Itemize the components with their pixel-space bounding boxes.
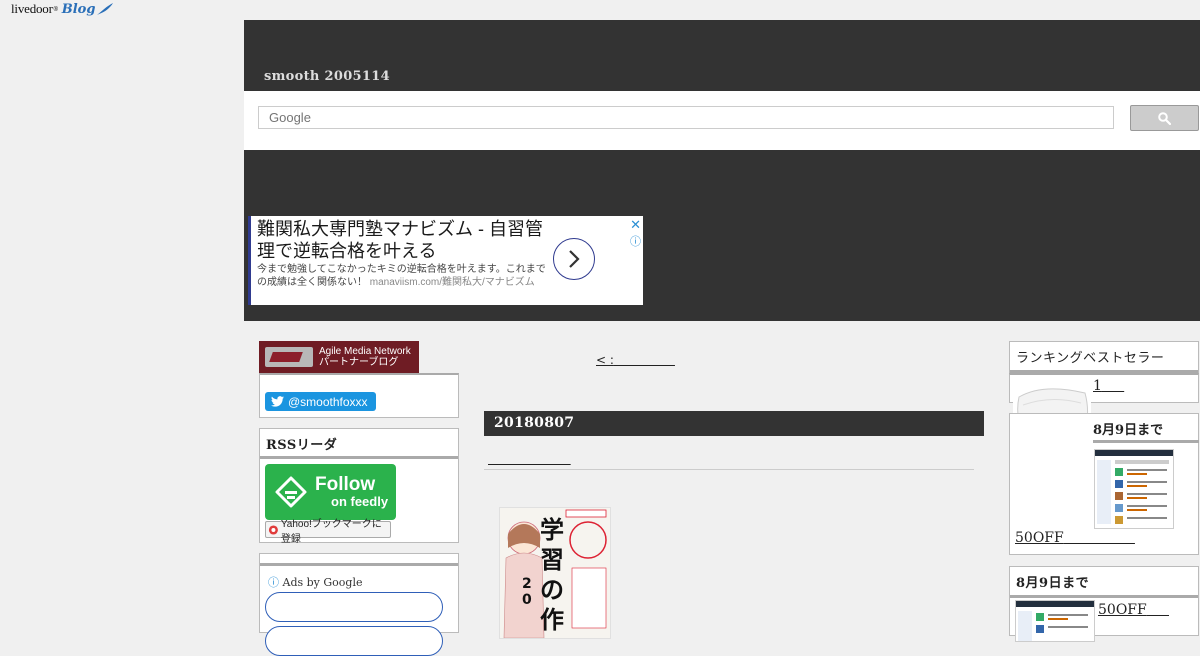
- divider: [1093, 440, 1199, 443]
- book-cover-image[interactable]: 学 習 の 作 2 0: [499, 507, 611, 639]
- ad-band: 難関私大専門塾マナビズム - 自習管理で逆転合格を叶える 今まで勉強してこなかっ…: [244, 150, 1200, 321]
- ad-banner[interactable]: 難関私大専門塾マナビズム - 自習管理で逆転合格を叶える 今まで勉強してこなかっ…: [248, 216, 643, 305]
- yahoo-bookmark-icon: [268, 524, 278, 535]
- svg-text:2: 2: [522, 576, 532, 592]
- ranking-title: ランキングベストセラー: [1010, 342, 1198, 373]
- chevron-right-icon: [569, 250, 580, 268]
- prev-entry-link[interactable]: < :: [596, 353, 675, 367]
- twitter-bird-icon: [271, 396, 284, 407]
- ad-body: 今まで勉強してこなかったキミの逆転合格を叶えます。これまでの成績は全く関係ない！…: [257, 263, 549, 289]
- twitter-widget: @smoothfoxxx: [259, 373, 459, 418]
- feedly-icon: [275, 476, 307, 508]
- sale-title: 8月9日まで: [1093, 423, 1164, 438]
- ad-open-button[interactable]: [553, 238, 595, 280]
- feedly-line1: Follow: [315, 474, 376, 495]
- ads-by-google[interactable]: ⓘ Ads by Google: [268, 574, 362, 590]
- svg-text:0: 0: [522, 592, 532, 608]
- sale-title: 8月9日まで: [1010, 567, 1198, 598]
- ad-info-icon[interactable]: ⓘ: [630, 233, 641, 249]
- rss-widget: RSSリーダ Follow on feedly Yahoo!ブックマークに登録: [259, 428, 459, 545]
- sale-link[interactable]: 50OFF: [1098, 602, 1169, 618]
- blog-header: smooth 2005114: [244, 20, 1200, 91]
- ad-link-button[interactable]: [265, 592, 443, 622]
- ad-url[interactable]: manaviism.com/難関私大/マナビズム: [370, 277, 535, 288]
- entry-title-link[interactable]: [488, 452, 571, 467]
- sale-page-screenshot: [1016, 601, 1094, 641]
- ad-headline[interactable]: 難関私大専門塾マナビズム - 自習管理で逆転合格を叶える: [257, 218, 549, 262]
- site-title[interactable]: smooth 2005114: [264, 69, 390, 84]
- divider: [484, 469, 974, 470]
- amn-line2: パートナーブログ: [319, 357, 399, 368]
- svg-text:習: 習: [540, 546, 564, 574]
- sale-link-label: 50OFF: [1015, 530, 1064, 546]
- feather-icon: [97, 3, 114, 15]
- ad-close-icon[interactable]: ✕: [630, 217, 641, 233]
- svg-text:学: 学: [540, 516, 564, 544]
- info-icon: ⓘ: [268, 576, 279, 589]
- sale-thumbnail-image[interactable]: [1094, 449, 1174, 529]
- rss-title: RSSリーダ: [260, 429, 458, 459]
- sale-link[interactable]: 50OFF: [1015, 530, 1135, 546]
- search-input[interactable]: [258, 106, 1114, 129]
- ad-link-button[interactable]: [265, 626, 443, 656]
- entry-date: 20180807: [484, 411, 984, 436]
- feedly-line2: on feedly: [331, 494, 389, 509]
- yahoo-bookmark-button[interactable]: Yahoo!ブックマークに登録: [265, 519, 391, 545]
- ranking-widget: ランキングベストセラー: [1009, 341, 1199, 373]
- google-ads-widget: ⓘ Ads by Google: [259, 553, 459, 656]
- prev-entry-label: < :: [596, 353, 614, 367]
- search-button[interactable]: [1130, 105, 1199, 131]
- amn-logo-icon: [265, 347, 313, 367]
- sale-link-label: 50OFF: [1098, 602, 1147, 618]
- search-icon: [1158, 111, 1171, 125]
- ranking-item-label: 1: [1093, 378, 1102, 394]
- livedoor-blog-logo[interactable]: livedoor ® Blog: [11, 0, 114, 18]
- sale-thumbnail-image[interactable]: [1015, 600, 1095, 642]
- ads-by-google-label: Ads by Google: [282, 576, 363, 589]
- logo-brand: livedoor: [11, 1, 53, 16]
- twitter-handle: @smoothfoxxx: [288, 394, 368, 409]
- svg-text:の: の: [540, 576, 564, 604]
- book-cover-illustration: 学 習 の 作 2 0: [500, 508, 610, 638]
- sale-page-screenshot: [1095, 450, 1173, 524]
- yahoo-bookmark-label: Yahoo!ブックマークに登録: [280, 518, 382, 545]
- amn-partner-badge[interactable]: Agile Media Network パートナーブログ: [259, 341, 419, 373]
- twitter-follow-button[interactable]: @smoothfoxxx: [265, 392, 376, 411]
- feedly-follow-button[interactable]: Follow on feedly: [265, 464, 396, 520]
- search-bar: [244, 91, 1200, 150]
- amn-line1: Agile Media Network: [319, 346, 411, 357]
- ranking-item-link[interactable]: 1: [1093, 378, 1124, 394]
- logo-sub: Blog: [61, 1, 96, 17]
